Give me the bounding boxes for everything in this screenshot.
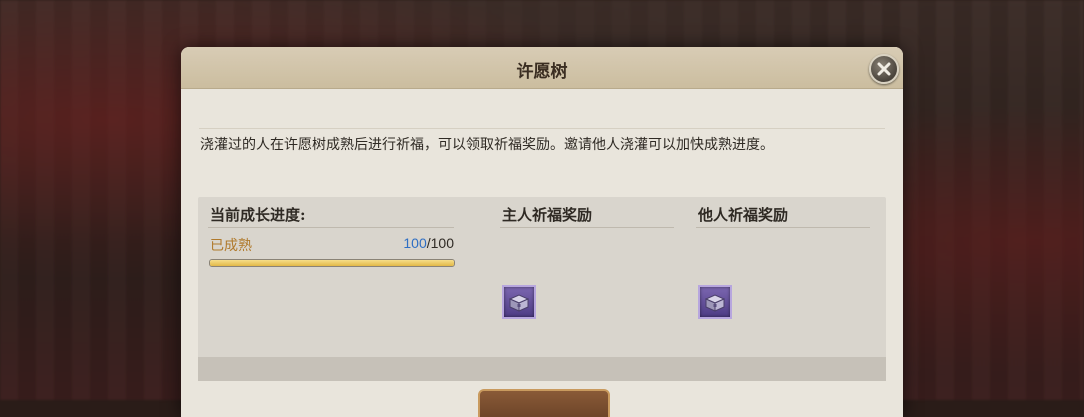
growth-heading: 当前成长进度: <box>210 206 306 224</box>
treasure-chest-icon <box>704 294 726 312</box>
close-icon <box>877 62 891 76</box>
growth-heading-underline <box>208 227 454 228</box>
bless-button[interactable] <box>478 389 610 417</box>
progress-reward-panel: 当前成长进度: 已成熟 100/100 主人祈福奖励 他人祈福奖励 <box>198 197 886 381</box>
owner-reward-heading: 主人祈福奖励 <box>502 206 593 224</box>
dialog-description: 浇灌过的人在许愿树成熟后进行祈福，可以领取祈福奖励。邀请他人浇灌可以加快成熟进度… <box>200 137 774 153</box>
dialog-title: 许愿树 <box>516 62 568 82</box>
growth-progress-fill <box>210 260 454 266</box>
dialog-title-bar: 许愿树 <box>181 47 903 89</box>
close-button[interactable] <box>869 54 899 84</box>
panel-footer-strip <box>198 357 886 381</box>
others-reward-item[interactable] <box>698 285 732 319</box>
progress-max: 100 <box>430 235 454 251</box>
growth-progress-bar <box>209 259 455 267</box>
description-divider <box>199 128 885 129</box>
growth-status: 已成熟 <box>210 238 252 254</box>
progress-readout: 100/100 <box>388 235 454 251</box>
others-reward-underline <box>696 227 870 228</box>
others-reward-heading: 他人祈福奖励 <box>698 206 789 224</box>
progress-current: 100 <box>403 235 427 251</box>
owner-reward-underline <box>500 227 674 228</box>
wish-tree-dialog: 许愿树 浇灌过的人在许愿树成熟后进行祈福，可以领取祈福奖励。邀请他人浇灌可以加快… <box>181 47 903 417</box>
treasure-chest-icon <box>508 294 530 312</box>
owner-reward-item[interactable] <box>502 285 536 319</box>
